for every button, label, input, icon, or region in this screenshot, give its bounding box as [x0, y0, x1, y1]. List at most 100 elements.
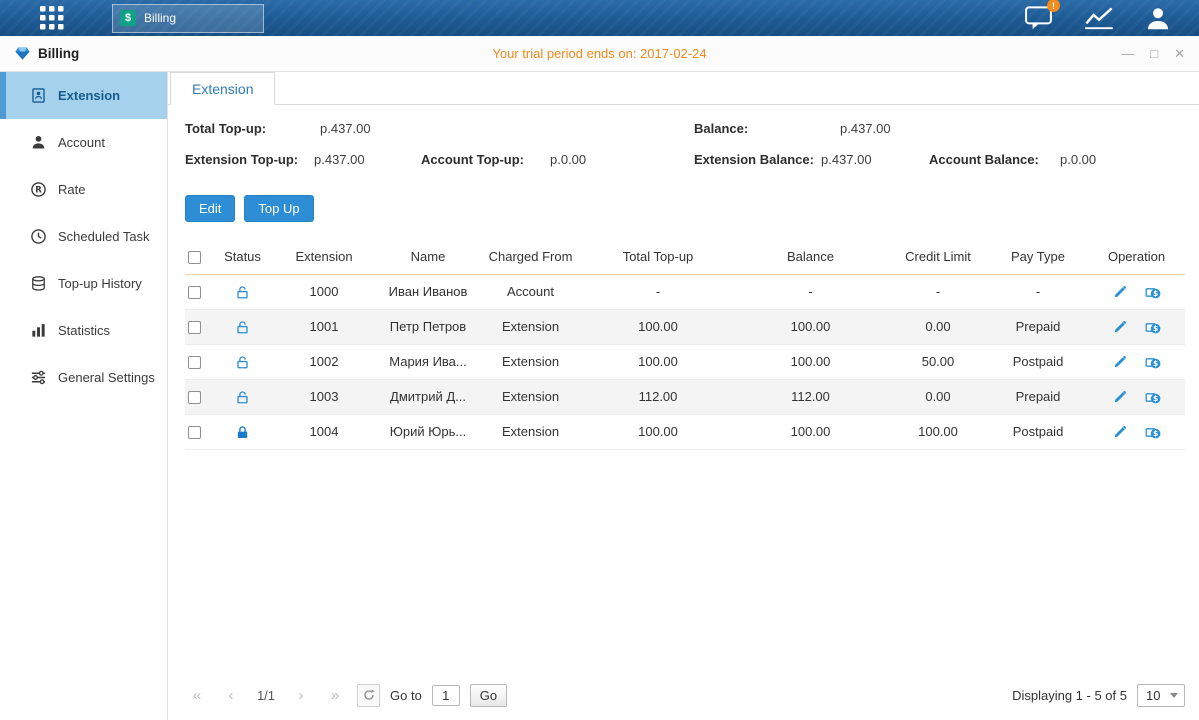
close-button[interactable]: ✕ [1174, 47, 1185, 60]
edit-button[interactable]: Edit [185, 195, 235, 222]
cell-total-topup: 112.00 [583, 379, 733, 414]
refresh-icon [362, 688, 376, 702]
maximize-button[interactable]: □ [1150, 47, 1158, 60]
balance-label: Balance: [694, 121, 748, 136]
billing-gem-icon [14, 45, 31, 62]
cell-charged-from: Account [478, 274, 583, 309]
col-operation: Operation [1088, 240, 1185, 274]
row-checkbox[interactable] [188, 286, 201, 299]
top-up-icon[interactable] [1145, 319, 1161, 335]
dollar-icon: $ [120, 10, 136, 26]
cell-total-topup: - [583, 274, 733, 309]
window-title: Billing [14, 45, 79, 62]
sidebar-item-label: Top-up History [58, 276, 142, 291]
cell-extension: 1004 [270, 414, 378, 449]
top-up-button[interactable]: Top Up [244, 195, 313, 222]
row-checkbox[interactable] [188, 426, 201, 439]
app-title: Billing [38, 46, 79, 61]
page-size-value: 10 [1146, 688, 1160, 703]
sidebar-item-label: Statistics [58, 323, 110, 338]
bar-chart-icon [30, 322, 47, 339]
edit-icon[interactable] [1112, 354, 1128, 370]
coin-stack-icon [30, 275, 47, 292]
notifications-button[interactable]: ! [1024, 5, 1053, 31]
cell-balance: 112.00 [733, 379, 888, 414]
app-grid-button[interactable] [38, 4, 66, 32]
window-titlebar: Billing Your trial period ends on: 2017-… [0, 36, 1199, 72]
top-up-icon[interactable] [1145, 354, 1161, 370]
first-page-button[interactable]: « [185, 687, 209, 704]
sidebar-item-topup-history[interactable]: Top-up History [0, 260, 167, 307]
reports-button[interactable] [1083, 6, 1115, 30]
user-menu-button[interactable] [1145, 6, 1171, 30]
cell-pay-type: - [988, 274, 1088, 309]
edit-icon[interactable] [1112, 424, 1128, 440]
next-page-button[interactable]: › [289, 687, 313, 704]
sidebar-item-general-settings[interactable]: General Settings [0, 354, 167, 401]
cell-credit-limit: 0.00 [888, 309, 988, 344]
main-content: Extension Total Top-up: p.437.00 Balance… [168, 72, 1199, 720]
row-checkbox[interactable] [188, 356, 201, 369]
top-up-icon[interactable] [1145, 284, 1161, 300]
col-extension: Extension [270, 240, 378, 274]
table-row: 1000 Иван Иванов Account - - - - [185, 274, 1185, 309]
row-checkbox[interactable] [188, 391, 201, 404]
balance-summary: Total Top-up: p.437.00 Balance: p.437.00… [168, 105, 1199, 195]
col-status: Status [215, 240, 270, 274]
cell-credit-limit: - [888, 274, 988, 309]
edit-icon[interactable] [1112, 319, 1128, 335]
tab-extension[interactable]: Extension [170, 72, 275, 105]
cell-credit-limit: 100.00 [888, 414, 988, 449]
sidebar-item-label: Account [58, 135, 105, 150]
sliders-icon [30, 369, 47, 386]
sidebar-item-account[interactable]: Account [0, 119, 167, 166]
total-topup-label: Total Top-up: [185, 121, 266, 136]
cell-balance: 100.00 [733, 309, 888, 344]
last-page-button[interactable]: » [323, 687, 347, 704]
tabstrip: Extension [168, 72, 1199, 105]
cell-credit-limit: 50.00 [888, 344, 988, 379]
account-balance-label: Account Balance: [929, 152, 1039, 167]
col-credit-limit: Credit Limit [888, 240, 988, 274]
topbar-actions: ! [1024, 5, 1199, 31]
row-checkbox[interactable] [188, 321, 201, 334]
edit-icon[interactable] [1112, 389, 1128, 405]
refresh-button[interactable] [357, 684, 380, 707]
cell-charged-from: Extension [478, 414, 583, 449]
top-up-icon[interactable] [1145, 389, 1161, 405]
extension-topup-value: p.437.00 [314, 152, 365, 167]
goto-page-input[interactable] [432, 685, 460, 706]
unlock-icon [235, 390, 250, 405]
page-size-select[interactable]: 10 [1137, 684, 1185, 707]
sidebar-item-label: Scheduled Task [58, 229, 150, 244]
apps-grid-icon [39, 5, 65, 31]
cell-balance: - [733, 274, 888, 309]
cell-extension: 1002 [270, 344, 378, 379]
cell-total-topup: 100.00 [583, 344, 733, 379]
cell-charged-from: Extension [478, 309, 583, 344]
go-button[interactable]: Go [470, 684, 507, 707]
cell-pay-type: Postpaid [988, 414, 1088, 449]
cell-total-topup: 100.00 [583, 414, 733, 449]
minimize-button[interactable]: — [1121, 47, 1134, 60]
topbar-tab-billing[interactable]: $ Billing [112, 4, 264, 33]
col-balance: Balance [733, 240, 888, 274]
unlock-icon [235, 320, 250, 335]
sidebar-item-extension[interactable]: Extension [0, 72, 167, 119]
topbar: $ Billing ! [0, 0, 1199, 36]
select-all-checkbox[interactable] [188, 251, 201, 264]
edit-icon[interactable] [1112, 284, 1128, 300]
topbar-tab-label: Billing [144, 11, 176, 25]
sidebar-item-statistics[interactable]: Statistics [0, 307, 167, 354]
cell-total-topup: 100.00 [583, 309, 733, 344]
sidebar-item-rate[interactable]: R Rate [0, 166, 167, 213]
chevron-down-icon [1170, 693, 1178, 698]
sidebar-item-label: Extension [58, 88, 120, 103]
account-topup-value: p.0.00 [550, 152, 586, 167]
prev-page-button[interactable]: ‹ [219, 687, 243, 704]
sidebar: Extension Account R Rate [0, 72, 168, 720]
sidebar-item-scheduled-task[interactable]: Scheduled Task [0, 213, 167, 260]
col-charged-from: Charged From [478, 240, 583, 274]
cell-extension: 1001 [270, 309, 378, 344]
top-up-icon[interactable] [1145, 424, 1161, 440]
